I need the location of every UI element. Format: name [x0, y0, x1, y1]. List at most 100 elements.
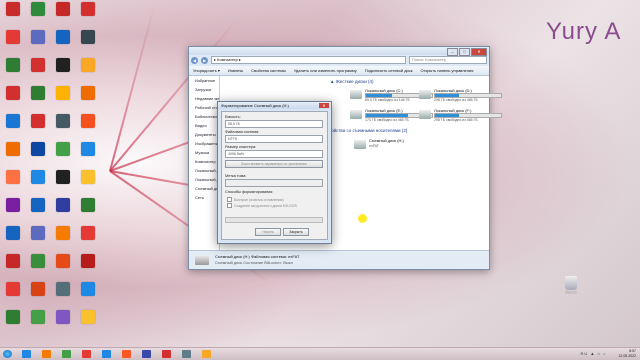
desktop-shortcut[interactable] — [52, 30, 74, 44]
nav-item[interactable]: Локальный диск — [189, 175, 219, 184]
desktop-shortcut[interactable] — [77, 198, 99, 212]
dialog-close-button[interactable]: ✕ — [319, 103, 329, 108]
desktop-shortcut[interactable] — [77, 310, 99, 324]
recycle-bin-icon[interactable]: Корзина — [560, 276, 582, 294]
desktop-shortcut[interactable] — [52, 114, 74, 128]
nav-item[interactable]: Съемный диск — [189, 184, 219, 193]
nav-item[interactable]: Недавние места — [189, 94, 219, 103]
desktop-shortcut[interactable] — [77, 254, 99, 268]
nav-item[interactable]: Компьютер — [189, 157, 219, 166]
taskbar-app-button[interactable] — [102, 350, 111, 358]
desktop-shortcut[interactable] — [27, 30, 49, 44]
quick-format-checkbox[interactable]: Быстрое (очистка оглавления) — [227, 197, 284, 202]
nav-item[interactable]: Загрузки — [189, 85, 219, 94]
desktop-shortcut[interactable] — [77, 58, 99, 72]
nav-item[interactable]: Видео — [189, 121, 219, 130]
back-button[interactable]: ◀ — [191, 56, 198, 64]
desktop-shortcut[interactable] — [52, 2, 74, 16]
desktop-shortcut[interactable] — [2, 114, 24, 128]
desktop-shortcut[interactable] — [27, 226, 49, 240]
organize-button[interactable]: Упорядочить ▾ — [193, 68, 220, 73]
drive-h[interactable]: Съемный диск (H:) exFAT — [354, 138, 438, 154]
desktop-shortcut[interactable] — [52, 198, 74, 212]
search-input[interactable]: Поиск: Компьютер — [409, 56, 487, 64]
nav-item[interactable]: Сеть — [189, 193, 219, 202]
nav-item[interactable]: Локальный диск — [189, 166, 219, 175]
desktop-shortcut[interactable] — [52, 142, 74, 156]
msdos-boot-checkbox[interactable]: Создание загрузочного диска MS-DOS — [227, 203, 297, 208]
taskbar-app-button[interactable] — [42, 350, 51, 358]
nav-item[interactable]: Библиотеки — [189, 112, 219, 121]
desktop-shortcut[interactable] — [2, 86, 24, 100]
nav-item[interactable]: Музыка — [189, 148, 219, 157]
desktop-shortcut[interactable] — [27, 142, 49, 156]
desktop-shortcut[interactable] — [52, 226, 74, 240]
desktop-shortcut[interactable] — [27, 2, 49, 16]
maximize-button[interactable]: □ — [459, 48, 470, 56]
forward-button[interactable]: ▶ — [201, 56, 208, 64]
taskbar-app-button[interactable] — [142, 350, 151, 358]
uninstall-program-button[interactable]: Удалить или изменить программу — [294, 68, 357, 73]
start-menu-button[interactable] — [3, 350, 12, 358]
eject-button[interactable]: Извлечь — [228, 68, 243, 73]
taskbar-app-button[interactable] — [82, 350, 91, 358]
drive-f[interactable]: Локальный диск (F:) 298 ГБ свободно из 4… — [419, 108, 503, 124]
taskbar-app-button[interactable] — [202, 350, 211, 358]
desktop-shortcut[interactable] — [52, 282, 74, 296]
cluster-size-select[interactable]: 4096 байт — [225, 150, 323, 158]
desktop-shortcut[interactable] — [77, 114, 99, 128]
desktop-shortcut[interactable] — [77, 30, 99, 44]
desktop-shortcut[interactable] — [52, 170, 74, 184]
nav-item[interactable]: Изображения — [189, 139, 219, 148]
desktop-shortcut[interactable] — [27, 254, 49, 268]
volume-label-input[interactable] — [225, 179, 323, 187]
nav-item[interactable]: Рабочий стол — [189, 103, 219, 112]
taskbar-app-button[interactable] — [182, 350, 191, 358]
desktop-shortcut[interactable] — [27, 170, 49, 184]
restore-defaults-button[interactable]: Восстановить параметры по умолчанию — [225, 160, 323, 168]
nav-item[interactable]: Документы — [189, 130, 219, 139]
taskbar-app-button[interactable] — [162, 350, 171, 358]
desktop-shortcut[interactable] — [77, 86, 99, 100]
desktop-shortcut[interactable] — [2, 254, 24, 268]
map-network-drive-button[interactable]: Подключить сетевой диск — [365, 68, 413, 73]
system-tray-icons[interactable]: RU ▲ ⌂ ♪ — [581, 351, 607, 356]
desktop-shortcut[interactable] — [52, 254, 74, 268]
desktop-shortcut[interactable] — [2, 282, 24, 296]
desktop-shortcut[interactable] — [77, 142, 99, 156]
capacity-select[interactable]: 58,5 ГБ — [225, 120, 323, 128]
close-button[interactable]: ✕ — [471, 48, 487, 56]
desktop-shortcut[interactable] — [2, 310, 24, 324]
drive-d[interactable]: Локальный диск (D:) 298 ГБ свободно из 4… — [419, 88, 503, 104]
desktop-shortcut[interactable] — [77, 2, 99, 16]
minimize-button[interactable]: – — [447, 48, 458, 56]
desktop-shortcut[interactable] — [27, 114, 49, 128]
desktop-shortcut[interactable] — [2, 170, 24, 184]
desktop-shortcut[interactable] — [77, 226, 99, 240]
address-bar[interactable]: ▸ Компьютер ▸ — [211, 56, 406, 64]
nav-item[interactable]: Избранное — [189, 76, 219, 85]
taskbar-app-button[interactable] — [122, 350, 131, 358]
start-button[interactable]: Начать — [255, 228, 281, 236]
taskbar-app-button[interactable] — [62, 350, 71, 358]
desktop-shortcut[interactable] — [77, 282, 99, 296]
desktop-shortcut[interactable] — [2, 142, 24, 156]
close-dialog-button[interactable]: Закрыть — [283, 228, 309, 236]
desktop-shortcut[interactable] — [27, 86, 49, 100]
desktop-shortcut[interactable] — [2, 30, 24, 44]
desktop-shortcut[interactable] — [27, 282, 49, 296]
filesystem-select[interactable]: NTFS — [225, 135, 323, 143]
taskbar-app-button[interactable] — [22, 350, 31, 358]
desktop-shortcut[interactable] — [52, 310, 74, 324]
desktop-shortcut[interactable] — [2, 226, 24, 240]
control-panel-button[interactable]: Открыть панель управления — [421, 68, 474, 73]
desktop-shortcut[interactable] — [2, 198, 24, 212]
system-properties-button[interactable]: Свойства системы — [251, 68, 286, 73]
desktop-shortcut[interactable] — [2, 2, 24, 16]
desktop-shortcut[interactable] — [2, 58, 24, 72]
desktop-shortcut[interactable] — [77, 170, 99, 184]
desktop-shortcut[interactable] — [27, 310, 49, 324]
desktop-shortcut[interactable] — [52, 86, 74, 100]
desktop-shortcut[interactable] — [52, 58, 74, 72]
desktop-shortcut[interactable] — [27, 58, 49, 72]
